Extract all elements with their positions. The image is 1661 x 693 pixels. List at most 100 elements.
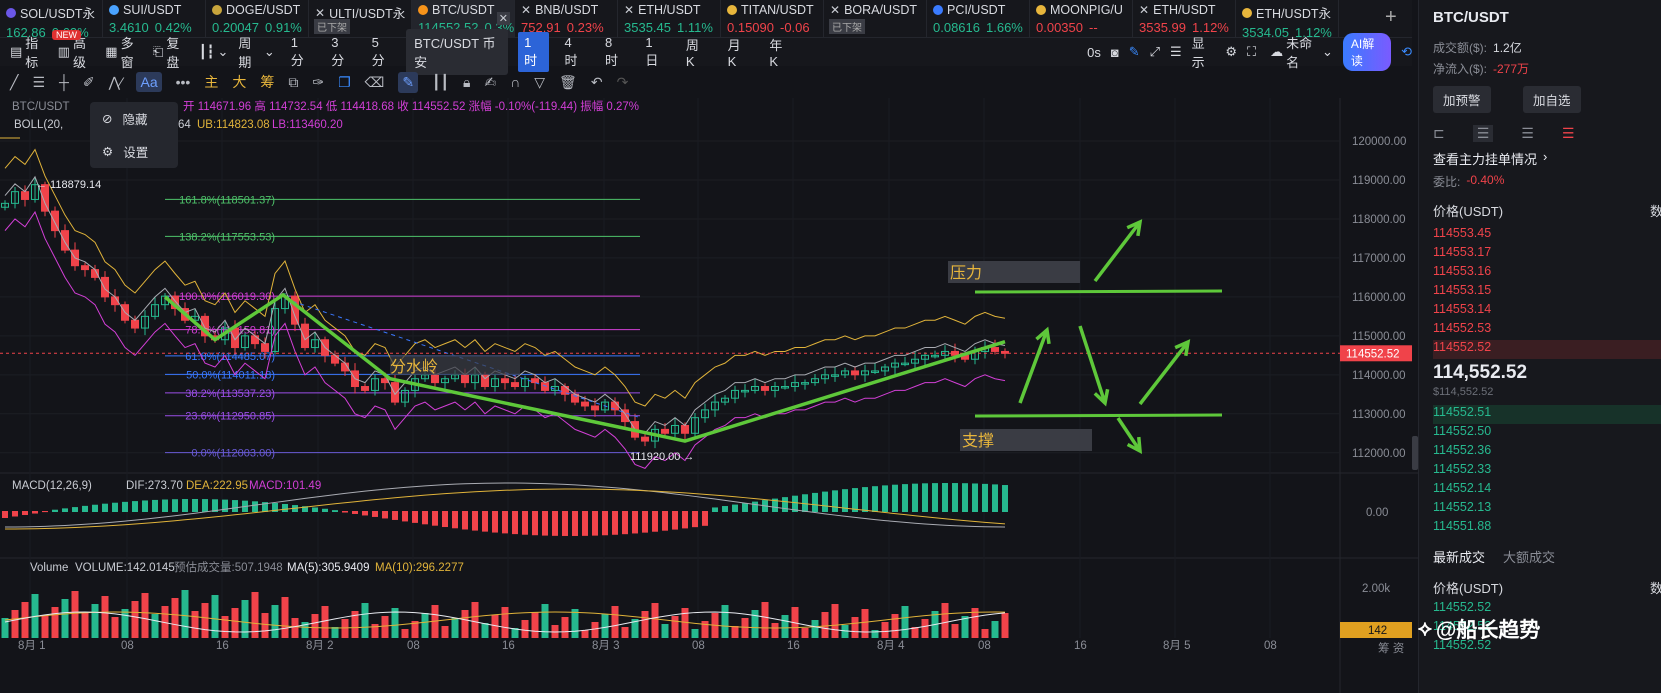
book-asks-icon[interactable]: ☰ [1562, 125, 1575, 142]
hlines-tool-icon[interactable]: ☰ [32, 74, 45, 91]
volume-bar [211, 595, 219, 638]
kline-chart[interactable]: 120000.00 119000.00 118000.00 117000.00 1160… [0, 98, 1418, 693]
expand-icon[interactable]: ⤢ [1150, 44, 1160, 60]
copy-icon[interactable]: ❐ [338, 74, 351, 91]
alert-button[interactable]: 加预警 [1433, 86, 1491, 113]
tf-8h[interactable]: 8时 [599, 32, 629, 72]
order-row[interactable]: 114553.150 [1433, 283, 1661, 302]
main-orders-link[interactable]: 查看主力挂单情况 › [1433, 149, 1661, 168]
order-row[interactable]: 114553.140 [1433, 302, 1661, 321]
tab-moonpig-u[interactable]: MOONPIG/U 0.00350 -- [1030, 0, 1133, 38]
macd-bar [232, 500, 238, 512]
panel-symbol: BTC/USDT [1433, 9, 1509, 26]
tab-latest-trades[interactable]: 最新成交 [1433, 547, 1485, 566]
cloud-layout-select[interactable]: ☁ 未命名 ⌄ [1270, 33, 1333, 71]
tab-large-trades[interactable]: 大额成交 [1503, 547, 1555, 566]
macd-bar [82, 505, 88, 512]
order-row[interactable]: 114553.450 [1433, 226, 1661, 245]
order-row[interactable]: 114552.360 [1433, 443, 1661, 462]
brush-icon[interactable]: ✑ [312, 74, 324, 91]
ai-button[interactable]: AI解读 [1342, 33, 1392, 71]
line-tool-icon[interactable]: ╱ [10, 74, 18, 91]
camera-icon[interactable]: ◙ [1111, 45, 1119, 60]
share-icon[interactable]: ⟲ [1401, 44, 1412, 60]
highlight-icon[interactable]: ✎ [398, 71, 419, 93]
tab-pci-usdt[interactable]: PCI/USDT 0.08616 1.66% [927, 0, 1030, 38]
edit-icon[interactable]: ✍ [484, 74, 496, 91]
order-row[interactable]: 114552.500 [1433, 424, 1661, 443]
tf-1d[interactable]: 1日 [639, 32, 669, 72]
book-bids-icon[interactable]: ☰ [1521, 125, 1534, 142]
order-row[interactable]: 114552.512 [1433, 405, 1661, 424]
order-row[interactable]: 114552.530 [1433, 321, 1661, 340]
order-row[interactable]: 114552.130 [1433, 500, 1661, 519]
magnet-icon[interactable]: ∩ [510, 74, 520, 90]
period-select[interactable]: 周期 ⌄ [238, 33, 274, 71]
order-row[interactable]: 114552.330 [1433, 462, 1661, 481]
replay-button[interactable]: ⎗ 复盘 [153, 33, 189, 71]
eye-off-icon: ⊘ [102, 112, 113, 126]
multi-window-button[interactable]: ▦ 多窗 [105, 33, 143, 71]
order-row[interactable]: 114553.170 [1433, 245, 1661, 264]
candle [461, 374, 469, 384]
candle [541, 382, 549, 391]
eraser-icon[interactable]: ⌫ [365, 74, 385, 91]
tool-big[interactable]: 大 [232, 72, 246, 92]
close-icon[interactable]: ✕ [496, 12, 510, 25]
volume-bar [921, 619, 929, 638]
pen-icon[interactable]: ✎ [1129, 44, 1140, 60]
resistance-line [974, 289, 1223, 294]
measure-icon[interactable]: ⧉ [288, 74, 298, 91]
fib-label: 61.8%(114485.07) [185, 351, 275, 363]
fullscreen-icon[interactable]: ⛶ [1247, 44, 1256, 60]
add-tab-icon[interactable]: + [1385, 6, 1397, 29]
indicators-button[interactable]: ▤ 指标 [10, 33, 48, 71]
tf-1h[interactable]: 1时 [518, 32, 549, 72]
macd-bar [482, 511, 488, 532]
lock-icon[interactable]: 🔒︎ [463, 74, 470, 91]
redo-icon[interactable]: ↷ [617, 74, 629, 91]
undo-icon[interactable]: ↶ [591, 74, 603, 91]
book-split-icon[interactable]: ☰ [1472, 125, 1494, 142]
book-both-icon[interactable]: ⊏ [1433, 125, 1445, 142]
tf-4h[interactable]: 4时 [559, 32, 589, 72]
new-badge: NEW [52, 30, 81, 40]
order-row[interactable]: 114552.140 [1433, 481, 1661, 500]
candle-tool-icon[interactable]: ┃┃ [432, 74, 449, 91]
gear-icon[interactable]: ⚙ [1225, 44, 1237, 60]
macd-bar [602, 511, 608, 536]
ruler-tool-icon[interactable]: ✐ [83, 74, 95, 91]
tf-year[interactable]: 年K [763, 32, 795, 72]
order-row[interactable]: 114552.527 [1433, 340, 1661, 359]
hline-tool-icon[interactable]: ┼ [59, 74, 69, 90]
tab-bora-usdt[interactable]: ✕ BORA/USDT 已下架 [824, 0, 927, 38]
macd-bar [582, 511, 588, 536]
tab-eth-usdt[interactable]: ✕ ETH/USDT 3535.99 1.12% [1133, 0, 1236, 38]
tool-chip[interactable]: 筹 [260, 72, 274, 92]
trash-icon[interactable]: 🗑︎ [559, 74, 577, 91]
order-row[interactable]: 114551.880 [1433, 519, 1661, 538]
display-button[interactable]: 显示 [1192, 33, 1216, 71]
tf-week[interactable]: 周K [680, 32, 712, 72]
tf-1m[interactable]: 1分 [285, 32, 315, 72]
watchlist-button[interactable]: 加自选 [1523, 86, 1581, 113]
tool-main[interactable]: 主 [204, 72, 218, 92]
macd-bar [692, 511, 698, 528]
volume-bar [591, 622, 599, 638]
tf-5m[interactable]: 5分 [366, 32, 396, 72]
volume-bar [771, 623, 779, 638]
chart-type-button[interactable]: ┃┇ ⌄ [199, 44, 229, 60]
order-row[interactable]: 114553.160 [1433, 264, 1661, 283]
candle [251, 335, 259, 345]
drawing-toolbar: ╱ ☰ ┼ ✐ ⋀⁄ Aa ••• 主 大 筹 ⧉ ✑ ❐ ⌫ ✎ ┃┃ 🔒︎ … [0, 68, 720, 96]
menu-item-hide[interactable]: ⊘ 隐藏 [90, 102, 178, 135]
more-tools-icon[interactable]: ••• [176, 74, 191, 90]
wave-tool-icon[interactable]: ⋀⁄ [109, 74, 123, 91]
tf-month[interactable]: 月K [722, 32, 754, 72]
text-tool-button[interactable]: Aa [136, 72, 162, 92]
filter-icon[interactable]: ▽ [534, 74, 545, 91]
menu-item-settings[interactable]: ⚙ 设置 [90, 135, 178, 168]
tf-3m[interactable]: 3分 [325, 32, 355, 72]
list-icon[interactable]: ☰ [1170, 44, 1182, 60]
vol-tick: 2.00k [1362, 583, 1390, 595]
